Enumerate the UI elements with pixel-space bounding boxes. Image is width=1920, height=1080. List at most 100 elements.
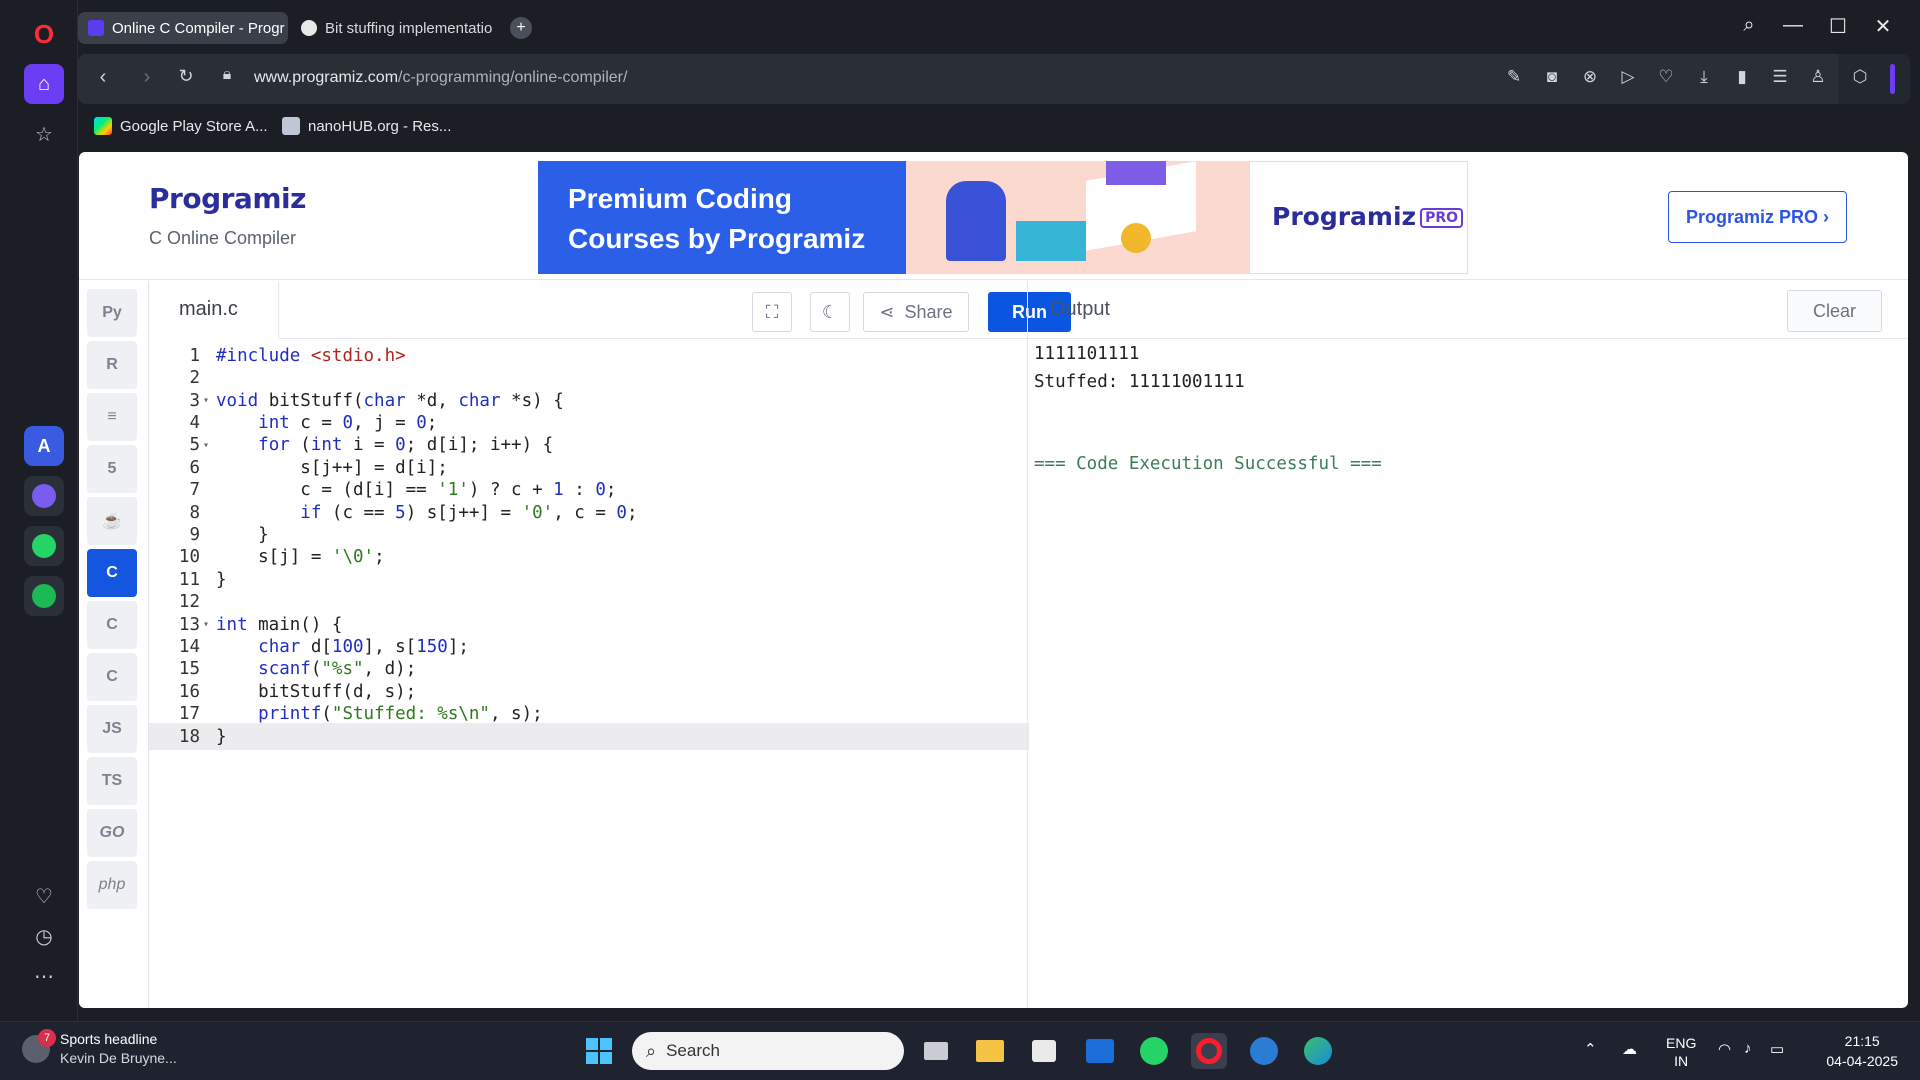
js-icon[interactable]: JS — [87, 705, 137, 753]
line-number: 5 — [189, 435, 200, 456]
code-editor[interactable]: 1 #include <stdio.h> 2 3 ▾ void bitStuff(char… — [149, 340, 1029, 1008]
extensions-cube-icon[interactable]: ⬡ — [1848, 67, 1872, 87]
csharp-icon[interactable]: C — [87, 653, 137, 701]
close-window-button[interactable]: ✕ — [1868, 14, 1898, 39]
tab-title: Bit stuffing implementatio — [325, 19, 493, 37]
edit-page-icon[interactable]: ✎ — [1502, 67, 1526, 87]
system-clock[interactable]: 21:15 04-04-2025 — [1826, 1031, 1898, 1071]
bookmark-google-play[interactable]: Google Play Store A... — [94, 117, 268, 135]
language-indicator[interactable]: ENG IN — [1666, 1034, 1696, 1070]
grad-cap — [1106, 161, 1166, 185]
minimize-button[interactable]: — — [1778, 14, 1808, 37]
python-icon[interactable]: Py — [87, 289, 137, 337]
code-text: int main() { — [216, 614, 343, 635]
r-icon[interactable]: R — [87, 341, 137, 389]
aria-icon[interactable]: A — [24, 426, 64, 466]
battery-saver-icon[interactable]: ▮ — [1730, 67, 1754, 87]
new-tab-button[interactable]: + — [510, 17, 532, 39]
output-header: Output Clear — [1028, 281, 1908, 339]
site-header: Programiz C Online Compiler Premium Codi… — [79, 152, 1908, 280]
promo-banner[interactable]: Premium Coding Courses by Programiz Prog… — [538, 161, 1468, 274]
volume-icon[interactable]: ♪ — [1744, 1040, 1752, 1057]
myhp-icon[interactable] — [1082, 1033, 1118, 1069]
clear-button[interactable]: Clear — [1787, 290, 1882, 332]
banner-line-1: Premium Coding — [568, 183, 793, 214]
programiz-logo[interactable]: Programiz — [149, 182, 306, 215]
snapshot-camera-icon[interactable]: ◙ — [1540, 67, 1564, 87]
whatsapp-taskbar-icon[interactable] — [1136, 1033, 1172, 1069]
dark-mode-moon-icon[interactable]: ☾ — [810, 292, 850, 332]
php-icon[interactable]: php — [87, 861, 137, 909]
news-widget[interactable]: 7 Sports headline Kevin De Bruyne... — [22, 1029, 177, 1068]
code-line[interactable]: 18} — [149, 722, 1029, 751]
bookmark-nanohub[interactable]: nanoHUB.org - Res... — [282, 117, 451, 135]
favorites-heart-icon[interactable]: ♡ — [24, 876, 64, 916]
sql-icon[interactable]: ≡ — [87, 393, 137, 441]
clock-time: 21:15 — [1844, 1033, 1880, 1049]
line-number: 16 — [178, 681, 200, 702]
edge-icon[interactable] — [1300, 1033, 1336, 1069]
url-field[interactable]: www.programiz.com/c-programming/online-c… — [254, 69, 627, 87]
player-icon[interactable]: ▷ — [1616, 67, 1640, 87]
opera-taskbar-icon[interactable] — [1191, 1033, 1227, 1069]
more-icon[interactable]: ⋯ — [24, 956, 64, 996]
fold-toggle-icon[interactable]: ▾ — [203, 619, 216, 630]
java-icon[interactable]: ☕ — [87, 497, 137, 545]
fold-toggle-icon[interactable]: ▾ — [203, 440, 216, 451]
line-number: 17 — [178, 704, 200, 725]
easy-setup-icon[interactable]: ☰ — [1768, 67, 1792, 87]
code-text: char d[100], s[150]; — [258, 636, 469, 657]
back-arrow-icon[interactable]: ‹ — [90, 66, 116, 89]
messenger-icon[interactable] — [24, 476, 64, 516]
cpp-icon[interactable]: C — [87, 601, 137, 649]
file-tab-main-c[interactable]: main.c — [149, 281, 279, 339]
fullscreen-icon[interactable]: ⛶ — [752, 292, 792, 332]
account-icon[interactable]: ♙ — [1806, 67, 1830, 87]
line-number: 7 — [189, 480, 200, 501]
tab-bit-stuffing[interactable]: Bit stuffing implementatio — [291, 12, 501, 44]
tab-strip: Online C Compiler - Progr Bit stuffing i… — [78, 0, 1920, 54]
whatsapp-icon[interactable] — [24, 526, 64, 566]
battery-icon[interactable]: ▭ — [1770, 1040, 1784, 1058]
code-text: void bitStuff(char *d, char *s) { — [216, 390, 564, 411]
taskbar-search[interactable]: ⌕ Search — [632, 1032, 904, 1070]
output-console[interactable]: 1111101111 Stuffed: 11111001111 === Code … — [1034, 341, 1382, 479]
url-path: /c-programming/online-compiler/ — [398, 69, 628, 86]
wifi-icon[interactable]: ◠ — [1718, 1040, 1731, 1058]
task-view-icon[interactable] — [918, 1033, 954, 1069]
line-number: 2 — [189, 368, 200, 389]
get-help-icon[interactable] — [1246, 1033, 1282, 1069]
share-button[interactable]: ⋖ Share — [863, 292, 969, 332]
microsoft-store-icon[interactable] — [1026, 1033, 1062, 1069]
speed-dial-icon[interactable]: ☆ — [24, 114, 64, 154]
books-stack — [1016, 221, 1086, 261]
history-clock-icon[interactable]: ◷ — [24, 916, 64, 956]
search-tabs-icon[interactable]: ⌕ — [1734, 14, 1764, 37]
downloads-icon[interactable]: ⤓ — [1692, 67, 1716, 87]
fold-toggle-icon[interactable]: ▾ — [203, 395, 216, 406]
go-icon[interactable]: GO — [87, 809, 137, 857]
onedrive-icon[interactable]: ☁ — [1622, 1040, 1637, 1058]
code-text: s[j] = '\0'; — [216, 547, 385, 568]
file-explorer-icon[interactable] — [972, 1033, 1008, 1069]
programiz-pro-button[interactable]: Programiz PRO › — [1668, 191, 1847, 243]
tab-online-c-compiler[interactable]: Online C Compiler - Progr — [78, 12, 288, 44]
home-icon[interactable]: ⌂ — [24, 64, 64, 104]
forward-arrow-icon[interactable]: › — [134, 66, 160, 89]
my-flow-heart-icon[interactable]: ♡ — [1654, 67, 1678, 87]
html5-icon[interactable]: 5 — [87, 445, 137, 493]
code-text: bitStuff(d, s); — [216, 681, 417, 702]
maximize-button[interactable]: ☐ — [1823, 14, 1853, 39]
ad-blocker-icon[interactable]: ⊗ — [1578, 67, 1602, 87]
reload-icon[interactable]: ↻ — [173, 66, 199, 87]
opera-logo-icon[interactable]: O — [24, 14, 64, 54]
c-icon[interactable]: C — [87, 549, 137, 597]
student-figure — [946, 181, 1006, 261]
ts-icon[interactable]: TS — [87, 757, 137, 805]
line-number: 14 — [178, 636, 200, 657]
windows-start-icon[interactable] — [581, 1033, 617, 1069]
banner-logo-text: Programiz PRO — [1272, 202, 1464, 231]
show-hidden-icons-chevron-icon[interactable]: ⌃ — [1584, 1040, 1597, 1058]
code-text: int c = 0, j = 0; — [258, 412, 438, 433]
spotify-icon[interactable] — [24, 576, 64, 616]
